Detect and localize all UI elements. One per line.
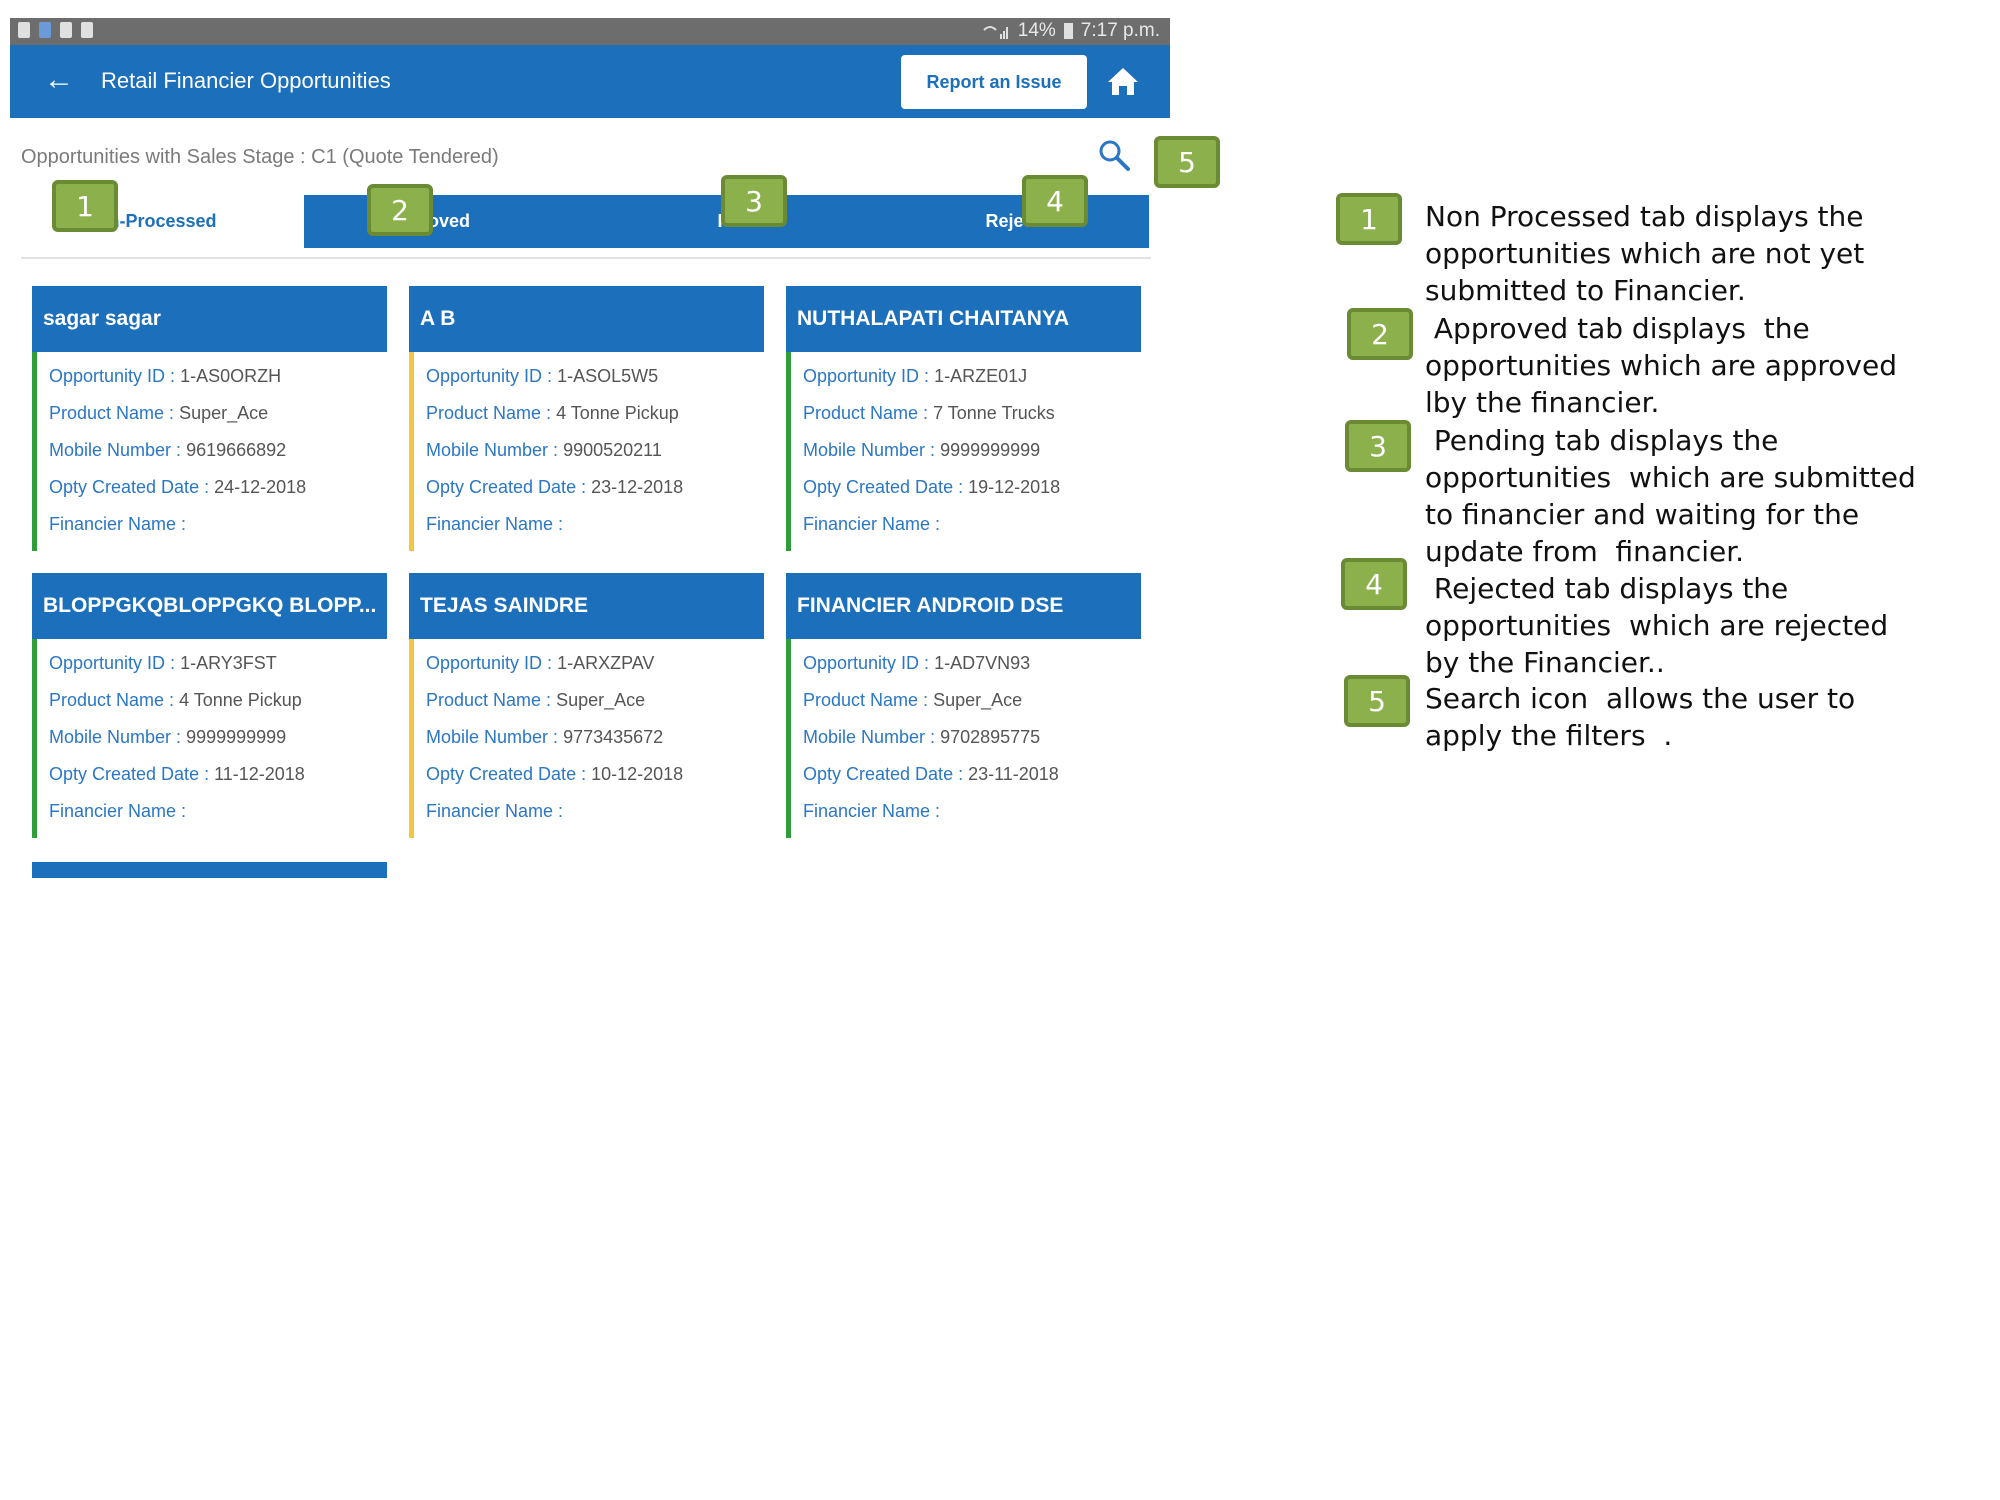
card-financier-name: Financier Name :	[49, 514, 187, 534]
card-mobile-number: Mobile Number : 9900520211	[426, 440, 662, 460]
card-financier-name: Financier Name :	[426, 801, 564, 821]
card-created-date: Opty Created Date : 24-12-2018	[49, 477, 307, 497]
card-financier-name: Financier Name :	[426, 514, 564, 534]
callout-badge-3: 3	[721, 175, 787, 227]
card-status-accent	[32, 639, 37, 838]
legend-text: Search icon allows the user to apply the…	[1425, 682, 1865, 752]
legend-text: Approved tab displays the opportunities …	[1425, 312, 1906, 419]
card-mobile-number: Mobile Number : 9619666892	[49, 440, 287, 460]
legend-text: Pending tab displays the opportunities w…	[1425, 424, 1925, 568]
tab-label: n-Processed	[108, 211, 217, 231]
card-customer-name: BLOPPGKQBLOPPGKQ BLOPP...	[32, 573, 387, 639]
notification-icon	[18, 22, 30, 38]
card-created-date: Opty Created Date : 11-12-2018	[49, 764, 305, 784]
report-issue-button[interactable]: Report an Issue	[901, 55, 1087, 109]
card-customer-name: FINANCIER ANDROID DSE	[786, 573, 1141, 639]
card-customer-name: A B	[409, 286, 764, 352]
card-created-date: Opty Created Date : 23-11-2018	[803, 764, 1059, 784]
tab-bar: n-Processed roved Pe Rejec	[21, 195, 1149, 248]
battery-percent: 14%	[1017, 20, 1056, 41]
opportunity-card[interactable]: sagar sagar Opportunity ID : 1-AS0ORZH P…	[32, 286, 387, 551]
callout-badge-1: 1	[52, 180, 118, 232]
battery-icon	[1063, 23, 1073, 39]
callout-badge-2: 2	[367, 184, 433, 236]
opportunity-card[interactable]: BLOPPGKQBLOPPGKQ BLOPP... Opportunity ID…	[32, 573, 387, 838]
tab-approved[interactable]: roved	[304, 195, 587, 248]
card-product-name: Product Name : 4 Tonne Pickup	[49, 690, 302, 710]
card-opportunity-id: Opportunity ID : 1-ARZE01J	[803, 366, 1028, 386]
card-product-name: Product Name : Super_Ace	[426, 690, 646, 710]
opportunity-card[interactable]: TEJAS SAINDRE Opportunity ID : 1-ARXZPAV…	[409, 573, 764, 838]
calendar-icon	[39, 22, 51, 38]
card-opportunity-id: Opportunity ID : 1-ASOL5W5	[426, 366, 659, 386]
card-financier-name: Financier Name :	[49, 801, 187, 821]
opportunity-card[interactable]: NUTHALAPATI CHAITANYA Opportunity ID : 1…	[786, 286, 1141, 551]
tab-divider	[21, 257, 1151, 259]
download-icon	[81, 22, 93, 38]
card-opportunity-id: Opportunity ID : 1-AD7VN93	[803, 653, 1031, 673]
card-status-accent	[786, 352, 791, 551]
card-opportunity-id: Opportunity ID : 1-ARXZPAV	[426, 653, 655, 673]
tablet-screen: 14% 7:17 p.m. ← Retail Financier Opportu…	[10, 18, 1220, 898]
legend-badge: 1	[1336, 193, 1402, 245]
card-created-date: Opty Created Date : 23-12-2018	[426, 477, 684, 497]
page-title: Retail Financier Opportunities	[101, 68, 391, 93]
card-status-accent	[32, 352, 37, 551]
partial-opportunity-card[interactable]	[32, 862, 387, 878]
card-status-accent	[786, 639, 791, 838]
card-financier-name: Financier Name :	[803, 514, 941, 534]
card-mobile-number: Mobile Number : 9702895775	[803, 727, 1041, 747]
sales-stage-subtitle: Opportunities with Sales Stage : C1 (Quo…	[21, 146, 499, 168]
status-bar: 14% 7:17 p.m.	[10, 18, 1170, 45]
card-product-name: Product Name : 7 Tonne Trucks	[803, 403, 1055, 423]
legend-badge: 3	[1345, 420, 1411, 472]
app-bar: ← Retail Financier Opportunities Report …	[10, 45, 1170, 118]
card-status-accent	[409, 352, 414, 551]
opportunity-card[interactable]: A B Opportunity ID : 1-ASOL5W5 Product N…	[409, 286, 764, 551]
callout-badge-5: 5	[1154, 136, 1220, 188]
image-icon	[60, 22, 72, 38]
callout-badge-4: 4	[1022, 175, 1088, 227]
legend-text: Rejected tab displays the opportunities …	[1425, 572, 1897, 679]
card-product-name: Product Name : Super_Ace	[49, 403, 269, 423]
opportunity-card[interactable]: FINANCIER ANDROID DSE Opportunity ID : 1…	[786, 573, 1141, 838]
card-mobile-number: Mobile Number : 9999999999	[803, 440, 1041, 460]
card-customer-name: NUTHALAPATI CHAITANYA	[786, 286, 1141, 352]
back-arrow-icon[interactable]: ←	[44, 65, 74, 95]
card-created-date: Opty Created Date : 19-12-2018	[803, 477, 1061, 497]
card-mobile-number: Mobile Number : 9999999999	[49, 727, 287, 747]
legend-badge: 4	[1341, 558, 1407, 610]
card-customer-name: sagar sagar	[32, 286, 387, 352]
card-customer-name: TEJAS SAINDRE	[409, 573, 764, 639]
card-opportunity-id: Opportunity ID : 1-ARY3FST	[49, 653, 277, 673]
card-product-name: Product Name : 4 Tonne Pickup	[426, 403, 679, 423]
card-product-name: Product Name : Super_Ace	[803, 690, 1023, 710]
home-icon[interactable]	[1106, 65, 1140, 97]
legend-badge: 2	[1347, 308, 1413, 360]
card-mobile-number: Mobile Number : 9773435672	[426, 727, 664, 747]
legend-badge: 5	[1344, 675, 1410, 727]
signal-icon	[983, 26, 1008, 39]
notification-icons	[18, 22, 93, 38]
card-status-accent	[409, 639, 414, 838]
search-icon[interactable]	[1097, 138, 1131, 172]
card-financier-name: Financier Name :	[803, 801, 941, 821]
card-opportunity-id: Opportunity ID : 1-AS0ORZH	[49, 366, 282, 386]
tab-rejected[interactable]: Rejec	[870, 195, 1149, 248]
legend-text: Non Processed tab displays the opportuni…	[1425, 200, 1874, 307]
clock: 7:17 p.m.	[1080, 20, 1160, 41]
card-created-date: Opty Created Date : 10-12-2018	[426, 764, 684, 784]
